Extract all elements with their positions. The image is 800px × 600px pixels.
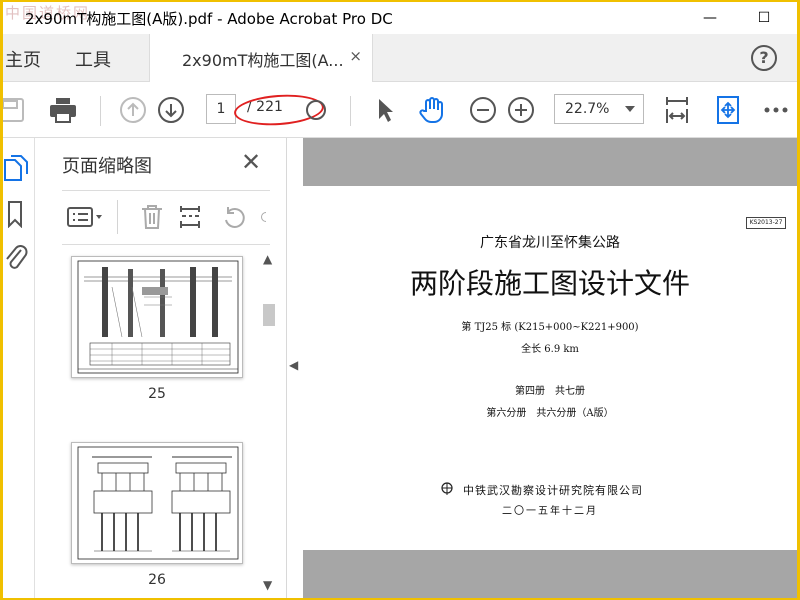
attachment-icon[interactable] (3, 242, 29, 272)
divider (117, 200, 118, 234)
thumbnail-options-icon[interactable] (65, 204, 105, 230)
insert-page-icon[interactable] (177, 204, 203, 230)
close-tab-button[interactable]: × (349, 47, 362, 65)
tab-tools[interactable]: 工具 (75, 46, 111, 72)
maximize-button[interactable]: ☐ (741, 2, 787, 34)
page-number-input[interactable]: 1 (206, 94, 236, 124)
page-thumbnails-icon[interactable] (3, 154, 29, 182)
scroll-up-icon[interactable]: ▲ (263, 252, 272, 266)
document-heading: 两阶段施工图设计文件 (409, 267, 690, 300)
help-icon[interactable]: ? (751, 45, 777, 71)
document-tab-label: 2x90mT构施工图(A... (182, 51, 344, 70)
document-page: KS2013-27 广东省龙川至怀集公路 两阶段施工图设计文件 第 TJ25 标… (303, 186, 797, 550)
panel-title: 页面缩略图 (62, 156, 152, 177)
save-icon[interactable] (3, 96, 27, 124)
toolbar-separator (350, 96, 351, 126)
document-view[interactable]: KS2013-27 广东省龙川至怀集公路 两阶段施工图设计文件 第 TJ25 标… (303, 138, 797, 598)
divider (62, 190, 270, 191)
thumbnail-label: 25 (148, 386, 166, 402)
issue-date: 二〇一五年十二月 (502, 506, 598, 517)
thumbnail-label: 26 (148, 572, 166, 588)
acrobat-window: 中国道桥网 2x90mT构施工图(A版).pdf - Adobe Acrobat… (3, 2, 797, 598)
rotate-ccw-icon[interactable] (221, 204, 247, 230)
volume-info: 第四册 共七册 (515, 386, 585, 397)
subvolume-info: 第六分册 共六分册（A版） (486, 408, 614, 419)
zoom-out-icon-partial[interactable] (306, 96, 326, 124)
company-logo-icon (441, 482, 453, 495)
contract-section: 第 TJ25 标 (K215+000~K221+900) (461, 322, 639, 333)
fit-page-icon[interactable] (662, 96, 692, 124)
divider (62, 244, 270, 245)
zoom-value: 22.7% (565, 101, 610, 117)
route-length: 全长 6.9 km (521, 344, 579, 355)
bookmark-icon[interactable] (5, 200, 27, 229)
page-thumbnail[interactable] (71, 442, 243, 564)
navigation-rail (3, 138, 35, 598)
zoom-in-icon[interactable] (506, 96, 536, 124)
tab-home[interactable]: 主页 (5, 46, 41, 72)
project-name: 广东省龙川至怀集公路 (480, 235, 620, 251)
close-panel-button[interactable]: ✕ (241, 148, 261, 176)
rotate-view-icon[interactable] (713, 96, 743, 124)
window-title: 2x90mT构施工图(A版).pdf - Adobe Acrobat Pro D… (25, 10, 393, 28)
next-page-icon[interactable] (156, 96, 186, 124)
organization-name: 中铁武汉勘察设计研究院有限公司 (463, 484, 643, 497)
select-cursor-icon[interactable] (373, 96, 397, 124)
toolbar-separator (100, 96, 101, 126)
scrollbar-thumb[interactable] (263, 304, 275, 326)
more-options-icon[interactable] (763, 96, 789, 124)
hand-tool-icon[interactable] (417, 96, 449, 124)
page-thumbnail[interactable] (71, 256, 243, 378)
panel-scrollbar[interactable]: ▲ ▼ (259, 248, 279, 598)
scroll-down-icon[interactable]: ▼ (263, 578, 272, 592)
document-code: KS2013-27 (746, 217, 786, 229)
rotate-cw-icon[interactable] (261, 204, 273, 230)
toolbar: 1 / 221 22.7% (3, 82, 797, 138)
collapse-panel-icon[interactable]: ◀ (289, 358, 298, 372)
minimize-button[interactable]: — (687, 2, 733, 34)
tab-document[interactable]: 2x90mT构施工图(A... × (149, 34, 373, 82)
chevron-down-icon (625, 106, 635, 112)
zoom-dropdown[interactable]: 22.7% (554, 94, 644, 124)
print-icon[interactable] (47, 96, 79, 124)
delete-page-icon[interactable] (139, 204, 165, 230)
thumbnails-panel: 页面缩略图 ✕ 25 26 ▲ ▼ (35, 138, 287, 598)
previous-page-icon[interactable] (118, 96, 148, 124)
zoom-out-icon[interactable] (468, 96, 498, 124)
title-bar: 中国道桥网 2x90mT构施工图(A版).pdf - Adobe Acrobat… (3, 2, 797, 34)
tab-bar: 主页 工具 2x90mT构施工图(A... × ? (3, 34, 797, 82)
